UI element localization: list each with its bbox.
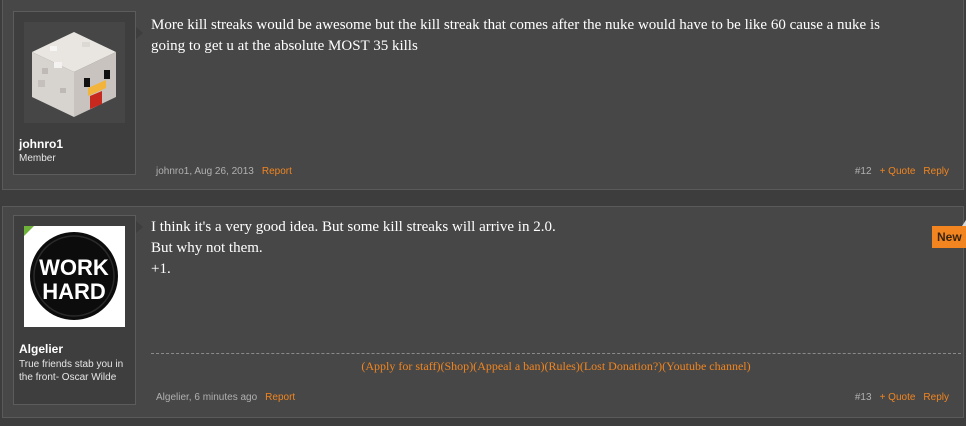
signature-divider xyxy=(151,353,961,354)
author-title: True friends stab you in the front- Osca… xyxy=(19,359,124,383)
signature-link-youtube-channel[interactable]: Youtube channel xyxy=(666,359,746,373)
post-actions: #13 + Quote Reply xyxy=(855,392,949,403)
signature: (Apply for staff)(Shop)(Appeal a ban)(Ru… xyxy=(361,359,751,373)
author-arrow xyxy=(136,221,143,233)
post-number[interactable]: #13 xyxy=(855,392,872,403)
chicken-skin-avatar-icon xyxy=(24,22,125,123)
reply-link[interactable]: Reply xyxy=(923,392,949,403)
message-body: More kill streaks would be awesome but t… xyxy=(151,15,961,57)
post-meta: Algelier, 6 minutes ago Report xyxy=(156,392,295,403)
author-name[interactable]: johnro1 xyxy=(19,137,63,151)
message-line: +1. xyxy=(151,261,171,277)
message-line: going to get u at the absolute MOST 35 k… xyxy=(151,38,418,54)
post-actions: #12 + Quote Reply xyxy=(855,166,949,177)
message-line: But why not them. xyxy=(151,240,263,256)
new-badge: New xyxy=(932,226,966,248)
avatar[interactable]: WORK HARD xyxy=(24,226,125,327)
author-name[interactable]: Algelier xyxy=(19,342,63,356)
signature-link-shop[interactable]: Shop xyxy=(445,359,470,373)
report-link[interactable]: Report xyxy=(262,166,292,177)
avatar[interactable] xyxy=(24,22,125,123)
author-panel: WORK HARD Algelier True friends stab you… xyxy=(13,215,136,405)
message-line: More kill streaks would be awesome but t… xyxy=(151,17,880,33)
signature-link-appeal-a-ban[interactable]: Appeal a ban xyxy=(477,359,540,373)
author-title: Member xyxy=(19,153,56,164)
post-13: WORK HARD Algelier True friends stab you… xyxy=(2,206,964,418)
post-author-date[interactable]: Algelier, 6 minutes ago xyxy=(156,392,257,403)
author-arrow xyxy=(136,27,143,39)
author-panel: johnro1 Member xyxy=(13,11,136,175)
signature-link-apply-for-staff[interactable]: Apply for staff xyxy=(365,359,436,373)
post-12: johnro1 Member More kill streaks would b… xyxy=(2,0,964,190)
post-number[interactable]: #12 xyxy=(855,166,872,177)
work-hard-logo-icon: WORK HARD xyxy=(24,226,125,327)
report-link[interactable]: Report xyxy=(265,392,295,403)
avatar-text-hard: HARD xyxy=(42,279,106,304)
message-line: I think it's a very good idea. But some … xyxy=(151,219,556,235)
signature-link-rules[interactable]: Rules xyxy=(549,359,576,373)
signature-link-lost-donation[interactable]: Lost Donation? xyxy=(584,359,658,373)
reply-link[interactable]: Reply xyxy=(923,166,949,177)
message-body: I think it's a very good idea. But some … xyxy=(151,217,961,280)
quote-link[interactable]: + Quote xyxy=(880,392,916,403)
quote-link[interactable]: + Quote xyxy=(880,166,916,177)
post-author-date[interactable]: johnro1, Aug 26, 2013 xyxy=(156,166,254,177)
post-meta: johnro1, Aug 26, 2013 Report xyxy=(156,166,292,177)
avatar-text-work: WORK xyxy=(39,255,109,280)
